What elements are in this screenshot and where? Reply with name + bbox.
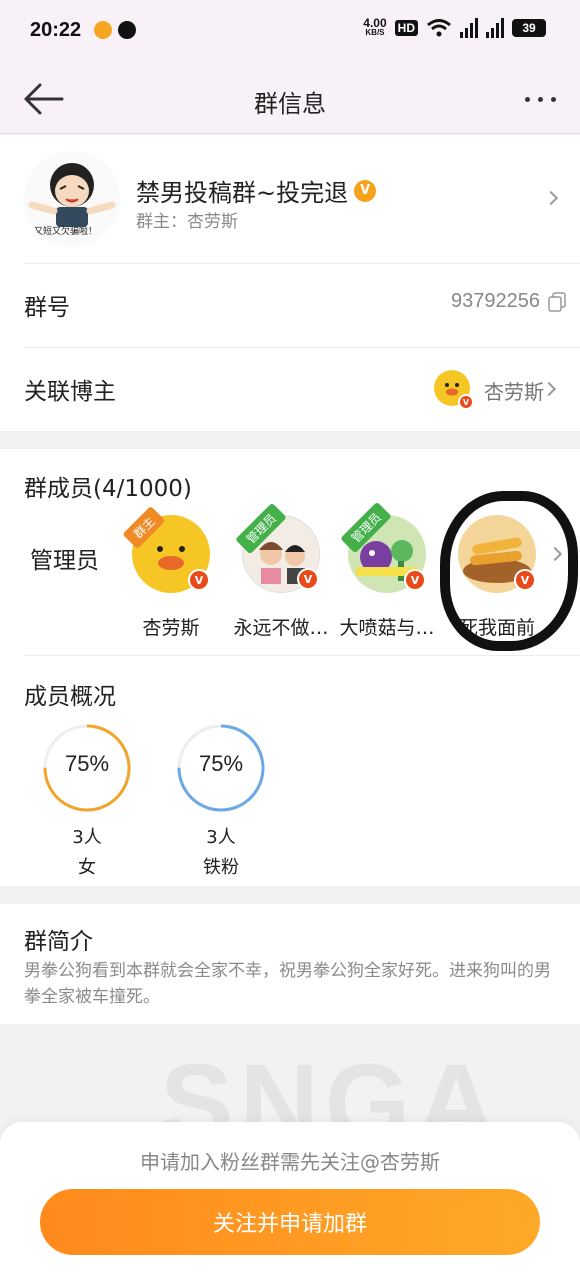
member-item[interactable]: 管理员 V 大喷菇与… xyxy=(332,501,442,640)
status-right: 4.00 KB/S HD 39 xyxy=(363,16,546,38)
signal-icon-2 xyxy=(486,18,504,38)
group-owner: 群主：杏劳斯 xyxy=(136,212,238,232)
linked-blogger-row[interactable]: 关联博主 V 杏劳斯 xyxy=(24,347,580,430)
chevron-right-icon xyxy=(541,381,557,397)
heart-app-icon xyxy=(94,21,112,39)
linked-blogger-label: 关联博主 xyxy=(24,379,116,405)
members-title[interactable]: 群成员(4/1000) xyxy=(24,469,192,503)
status-time: 20:22 xyxy=(30,19,82,41)
verified-small-icon: V xyxy=(404,569,426,591)
member-item[interactable]: 群主 V 杏劳斯 xyxy=(116,505,226,640)
stat-percent: 75% xyxy=(64,751,110,776)
stat-percent: 75% xyxy=(198,751,244,776)
intro-title: 群简介 xyxy=(24,929,93,955)
intro-text: 男拳公狗看到本群就会全家不幸，祝男拳公狗全家好死。进来狗叫的男拳全家被车撞死。 xyxy=(24,961,551,1007)
music-app-icon xyxy=(118,21,136,39)
join-sheet: 申请加入粉丝群需先关注@杏劳斯 关注并申请加群 xyxy=(0,1122,580,1276)
member-avatar: 管理员 V xyxy=(340,501,426,593)
member-avatar: 管理员 V xyxy=(235,502,320,593)
verified-icon: V xyxy=(354,179,377,202)
verified-small-icon: V xyxy=(297,568,319,590)
status-bar: 20:22 4.00 KB/S HD 39 xyxy=(0,0,580,64)
network-speed: 4.00 KB/S xyxy=(363,16,387,37)
group-avatar[interactable]: 又短又欠骗啦！ xyxy=(24,151,120,247)
group-intro-card: 群简介 男拳公狗看到本群就会全家不幸，祝男拳公狗全家好死。进来狗叫的男拳全家被车… xyxy=(0,904,580,1024)
stat-count: 3人 xyxy=(206,827,236,848)
battery-icon: 39 xyxy=(512,19,546,37)
hd-icon: HD xyxy=(394,20,418,36)
stat-female: 75% 3人 女 xyxy=(42,723,132,879)
group-header[interactable]: 又短又欠骗啦！ 禁男投稿群~投完退 V 群主：杏劳斯 xyxy=(0,135,580,263)
stat-label: 女 xyxy=(78,857,96,878)
join-hint: 申请加入粉丝群需先关注@杏劳斯 xyxy=(140,1150,440,1174)
overview-title: 成员概况 xyxy=(24,684,116,710)
stat-count: 3人 xyxy=(72,827,102,848)
avatar-caption: 又短又欠骗啦！ xyxy=(34,227,98,237)
stat-iron-fans: 75% 3人 铁粉 xyxy=(176,723,266,879)
member-avatar: 群主 V xyxy=(122,505,210,593)
verified-small-icon: V xyxy=(458,394,474,410)
signal-icon-1 xyxy=(460,18,478,38)
more-button[interactable] xyxy=(516,86,556,112)
group-name: 禁男投稿群~投完退 xyxy=(136,179,349,207)
copy-icon[interactable] xyxy=(548,292,566,312)
group-name-row: 禁男投稿群~投完退 V xyxy=(136,173,377,208)
verified-small-icon: V xyxy=(188,569,210,591)
more-dot-icon xyxy=(525,96,530,102)
divider xyxy=(24,655,580,656)
member-name: 大喷菇与… xyxy=(339,617,435,639)
wifi-icon xyxy=(427,19,451,37)
blogger-avatar: V xyxy=(434,370,474,410)
follow-and-join-button[interactable]: 关注并申请加群 xyxy=(40,1189,540,1255)
member-item[interactable]: 管理员 V 永远不做… xyxy=(226,502,336,640)
chevron-right-icon xyxy=(543,190,559,206)
nav-bar: 群信息 xyxy=(0,64,580,134)
blogger-name: 杏劳斯 xyxy=(484,380,544,404)
status-notification-icons xyxy=(94,21,136,39)
member-name: 永远不做… xyxy=(233,617,329,639)
page-title: 群信息 xyxy=(254,90,326,118)
group-id-label: 群号 xyxy=(24,295,70,321)
hand-drawn-circle xyxy=(440,491,578,651)
admin-label: 管理员 xyxy=(30,548,99,574)
member-name: 杏劳斯 xyxy=(142,617,200,639)
group-id-value: 93792256 xyxy=(451,290,540,312)
group-info-card: 又短又欠骗啦！ 禁男投稿群~投完退 V 群主：杏劳斯 群号 93792256 关… xyxy=(0,135,580,431)
members-card: 群成员(4/1000) 管理员 群主 V 杏劳斯 管理员 V 永远不做… 管理员… xyxy=(0,449,580,886)
stat-label: 铁粉 xyxy=(203,857,239,878)
group-id-row[interactable]: 群号 93792256 xyxy=(24,263,580,346)
